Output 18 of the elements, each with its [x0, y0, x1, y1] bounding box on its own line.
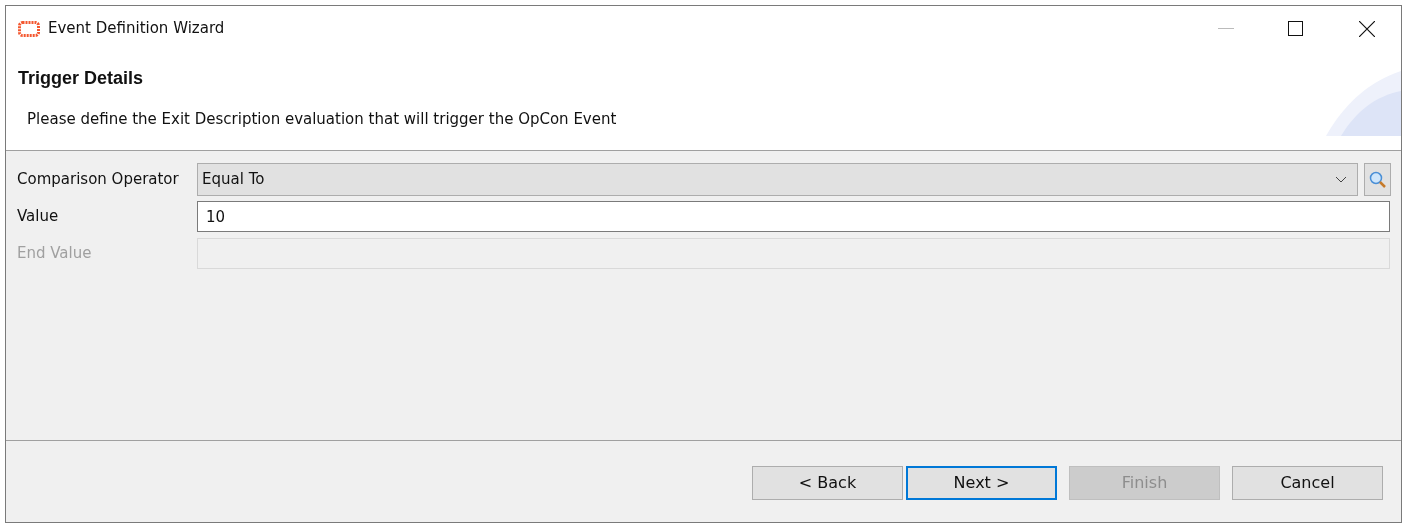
close-icon[interactable] [1359, 20, 1375, 37]
maximize-icon[interactable] [1288, 21, 1303, 36]
chevron-down-icon [1335, 176, 1347, 183]
field-label: End Value [17, 243, 93, 265]
page-description: Please define the Exit Description evaluation that will trigger the OpCon Event [27, 109, 618, 130]
value-field[interactable]: 10 [197, 201, 1390, 232]
wizard-button[interactable]: Next > [906, 466, 1057, 500]
window-title: Event Definition Wizard [48, 18, 225, 40]
app-icon [18, 20, 40, 37]
minimize-icon[interactable] [1218, 27, 1234, 30]
field-label: Value [17, 206, 60, 228]
field-label: Comparison Operator [17, 169, 180, 191]
operator-dropdown[interactable]: Equal To [197, 163, 1358, 196]
wizard-button[interactable]: < Back [752, 466, 903, 500]
search-button[interactable] [1364, 163, 1391, 196]
search-icon [1368, 170, 1387, 189]
page-title: Trigger Details [18, 67, 145, 90]
wizard-button[interactable]: Cancel [1232, 466, 1383, 500]
